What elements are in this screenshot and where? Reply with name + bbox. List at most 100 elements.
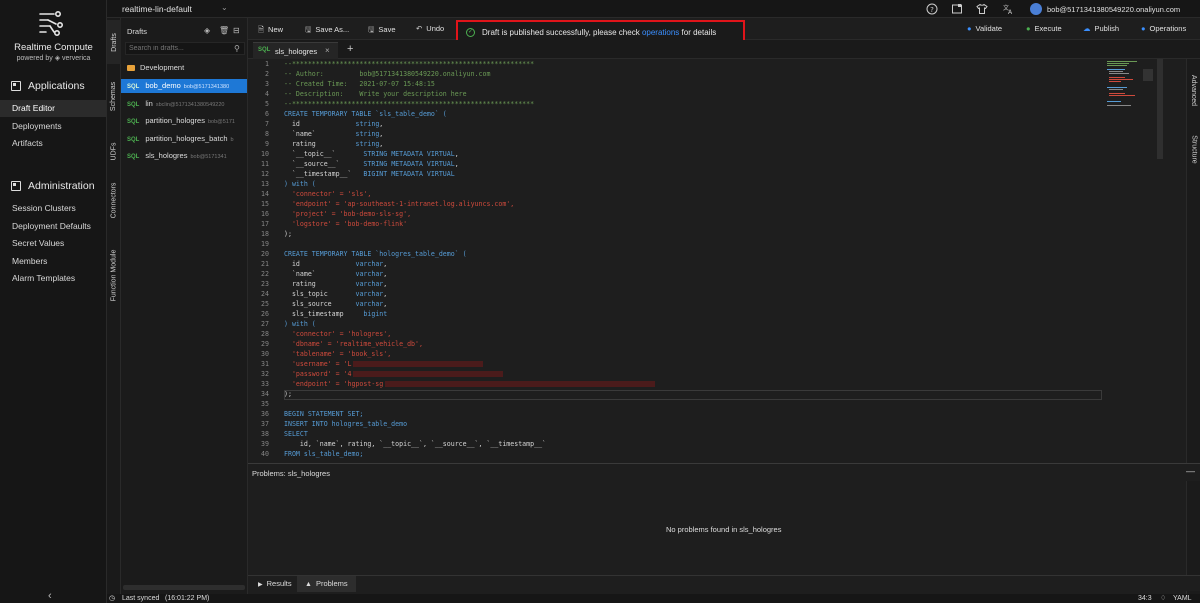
code-minimap[interactable] xyxy=(1107,59,1157,119)
code-text: ); xyxy=(284,230,292,238)
draft-item-partition-hologres[interactable]: SQL partition_hologres bob@5171 xyxy=(121,114,247,128)
last-synced-time: (16:01:22 PM) xyxy=(165,595,210,602)
draft-item-bob-demo[interactable]: SQL bob_demo bob@5171341380 xyxy=(121,79,247,93)
folder-development[interactable]: Development xyxy=(127,63,184,72)
no-problems-message: No problems found in sls_hologres xyxy=(666,525,782,534)
code-editor[interactable]: 1 --*************************************… xyxy=(248,59,1186,461)
draft-owner: bob@5171341 xyxy=(190,154,227,160)
language-icon[interactable]: 文A xyxy=(1002,3,1014,16)
draft-item-sls-hologres[interactable]: SQL sls_hologres bob@5171341 xyxy=(121,149,247,163)
powered-by: powered by ◈ ververica xyxy=(16,55,91,62)
code-line: 37 INSERT INTO hologres_table_demo xyxy=(248,419,1186,429)
code-line: 27) with ( xyxy=(248,319,1186,329)
tab-schemas[interactable]: Schemas xyxy=(107,68,121,124)
nav-deployment-defaults[interactable]: Deployment Defaults xyxy=(0,218,106,235)
cursor-position[interactable]: 34:3 xyxy=(1138,594,1152,603)
new-folder-icon[interactable]: ◈ xyxy=(204,26,210,35)
nav-deployments[interactable]: Deployments xyxy=(0,118,106,135)
shirt-icon[interactable] xyxy=(976,3,988,15)
code-text: 'endpoint' = 'ap-southeast-1-intranet.lo… xyxy=(284,200,515,208)
code-line: 11 `__source__` STRING METADATA VIRTUAL, xyxy=(248,159,1186,169)
code-line: 32 'password' = '4 xyxy=(248,369,1186,379)
vertical-scrollbar[interactable] xyxy=(1157,59,1163,159)
code-line: 35 xyxy=(248,399,1186,409)
tab-drafts[interactable]: Drafts xyxy=(107,20,121,64)
notification-icon[interactable] xyxy=(951,3,963,15)
validate-button[interactable]: ● Validate xyxy=(967,24,1002,33)
draft-item-partition-hologres-batch[interactable]: SQL partition_hologres_batch b xyxy=(121,132,247,146)
minimize-icon[interactable]: — xyxy=(1186,466,1195,476)
tab-results[interactable]: ▶ Results xyxy=(250,576,300,592)
nav-alarm-templates[interactable]: Alarm Templates xyxy=(0,270,106,287)
tab-sls-hologres[interactable]: SQL sls_hologres × xyxy=(253,42,338,59)
execute-button[interactable]: ● Execute xyxy=(1026,24,1062,33)
line-number: 15 xyxy=(261,200,269,208)
administration-section: Administration xyxy=(11,180,95,192)
clock-icon: ◷ xyxy=(109,595,116,602)
draft-item-lin[interactable]: SQL lin sbclin@5171341380549220 xyxy=(121,97,247,111)
publish-button[interactable]: ☁ Publish xyxy=(1083,24,1119,33)
notification-prefix: Draft is published successfully, please … xyxy=(482,28,640,37)
new-button[interactable]: 🗎 New xyxy=(258,24,283,37)
sql-file-icon: SQL xyxy=(258,47,271,53)
nav-artifacts[interactable]: Artifacts xyxy=(0,135,106,152)
tab-connectors-label: Connectors xyxy=(110,182,118,218)
code-text: --**************************************… xyxy=(284,60,535,68)
bell-icon[interactable]: ♢ xyxy=(1160,594,1166,603)
code-line: 10 `__topic__` STRING METADATA VIRTUAL, xyxy=(248,149,1186,159)
draft-name: partition_hologres xyxy=(145,116,205,125)
code-line: 6 CREATE TEMPORARY TABLE `sls_table_demo`… xyxy=(248,109,1186,119)
drafts-header: Drafts xyxy=(127,27,148,36)
add-tab-icon[interactable]: + xyxy=(347,43,353,55)
code-text: SELECT xyxy=(284,430,308,438)
line-number: 8 xyxy=(265,130,269,138)
nav-session-clusters[interactable]: Session Clusters xyxy=(0,200,106,217)
tab-connectors[interactable]: Connectors xyxy=(107,168,121,232)
collapse-sidebar-icon[interactable]: ‹ xyxy=(48,590,52,602)
line-number: 6 xyxy=(265,110,269,118)
help-icon[interactable]: ? xyxy=(926,3,938,15)
line-number: 29 xyxy=(261,340,269,348)
save-as-button[interactable]: 🖫 Save As... xyxy=(305,24,349,37)
delete-icon[interactable]: 🗑 xyxy=(219,26,229,35)
applications-title: Applications xyxy=(28,80,85,92)
draft-name: bob_demo xyxy=(145,81,181,90)
code-line: 1 --*************************************… xyxy=(248,59,1186,69)
collapse-all-icon[interactable]: ⊟ xyxy=(233,26,240,35)
line-number: 25 xyxy=(261,300,269,308)
drafts-search-input[interactable] xyxy=(125,42,245,55)
operations-button[interactable]: ● Operations xyxy=(1141,24,1186,33)
tab-function-module[interactable]: Function Module xyxy=(107,233,121,317)
sql-file-icon: SQL xyxy=(127,84,140,90)
account-name[interactable]: bob@5171341380549220.onaliyun.com xyxy=(1047,5,1180,14)
code-text: `__topic__` STRING METADATA VIRTUAL, xyxy=(284,150,459,158)
draft-owner: bob@5171 xyxy=(207,119,235,125)
tab-structure[interactable]: Structure xyxy=(1187,121,1200,177)
language-mode[interactable]: YAML xyxy=(1173,594,1192,603)
publish-label: Publish xyxy=(1094,24,1120,33)
close-icon[interactable]: × xyxy=(325,46,330,55)
side-tabs: Drafts Schemas UDFs Connectors Function … xyxy=(107,18,121,594)
tab-problems[interactable]: ▲ Problems xyxy=(297,576,356,592)
operations-link[interactable]: operations xyxy=(642,28,679,37)
workspace-selector[interactable]: realtime-lin-default xyxy=(122,4,192,14)
code-text: `__source__` STRING METADATA VIRTUAL, xyxy=(284,160,459,168)
svg-text:A: A xyxy=(1008,9,1013,15)
problems-title: Problems: sls_hologres xyxy=(252,469,330,478)
code-line: 23 rating varchar, xyxy=(248,279,1186,289)
nav-secret-values[interactable]: Secret Values xyxy=(0,235,106,252)
drafts-panel: Drafts ◈ 🗑 ⊟ ⚲ Development SQL bob_demobo… xyxy=(121,18,248,594)
code-line: 26 sls_timestamp bigint xyxy=(248,309,1186,319)
code-line: 33 'endpoint' = 'hgpost-sg xyxy=(248,379,1186,389)
undo-button[interactable]: ↶ Undo xyxy=(416,24,444,33)
avatar[interactable] xyxy=(1030,3,1042,15)
nav-members[interactable]: Members xyxy=(0,253,106,270)
code-line: 13) with ( xyxy=(248,179,1186,189)
tab-advanced[interactable]: Advanced xyxy=(1187,63,1200,117)
save-button[interactable]: 🖫 Save xyxy=(368,24,396,37)
code-text: `name` varchar, xyxy=(284,270,388,278)
horizontal-scrollbar[interactable] xyxy=(123,585,245,590)
nav-draft-editor[interactable]: Draft Editor xyxy=(0,100,106,117)
chevron-down-icon[interactable]: ⌄ xyxy=(221,3,228,12)
save-as-label: Save As... xyxy=(315,25,350,34)
